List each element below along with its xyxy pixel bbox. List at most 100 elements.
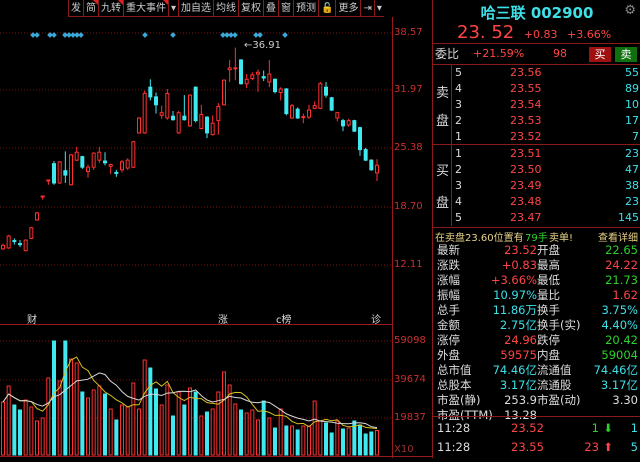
order-level: 4 bbox=[455, 82, 462, 95]
sell-button[interactable]: 卖 bbox=[615, 47, 637, 62]
stat-value: 59004 bbox=[601, 348, 638, 362]
volume-bar bbox=[312, 400, 317, 456]
sell-order-row[interactable]: 1 23.52 7 bbox=[433, 129, 640, 145]
stat-value: 74.46亿 bbox=[593, 363, 638, 377]
volume-bar bbox=[284, 425, 289, 456]
buy-order-row[interactable]: 5 23.47 145 bbox=[433, 210, 640, 226]
stat-label: 最高 bbox=[537, 258, 560, 272]
max-price-value: 36.91 bbox=[252, 40, 282, 51]
volume-bar bbox=[233, 403, 238, 456]
event-marker-board[interactable]: c榜 bbox=[276, 311, 292, 326]
toolbar-button-0[interactable]: 发 bbox=[68, 0, 83, 17]
order-price: 23.50 bbox=[510, 163, 542, 176]
buy-button[interactable]: 买 bbox=[589, 47, 611, 62]
tick-count: 1 bbox=[630, 421, 638, 435]
toolbar-button-8[interactable]: 叠 bbox=[263, 0, 278, 17]
volume-bar bbox=[335, 420, 340, 456]
stat-label: 总市值 bbox=[437, 363, 472, 377]
sell-order-row[interactable]: 2 23.53 17 bbox=[433, 113, 640, 129]
sell-order-row[interactable]: 4 23.55 89 bbox=[433, 81, 640, 97]
event-marker-limit-up[interactable]: 涨 bbox=[218, 311, 228, 326]
toolbar-button-13[interactable]: ⇥ bbox=[360, 0, 373, 17]
event-diamond-icon bbox=[282, 32, 288, 38]
volume-bar bbox=[108, 408, 113, 456]
buy-order-row[interactable]: 3 23.49 38 bbox=[433, 178, 640, 194]
stat-value: 11.86万 bbox=[492, 303, 537, 317]
stat-value: 2.75亿 bbox=[499, 318, 537, 332]
arrow-down-icon: ⬇ bbox=[603, 421, 613, 435]
candle-body bbox=[182, 115, 187, 121]
candle-body bbox=[222, 79, 226, 106]
stat-label: 外盘 bbox=[437, 348, 460, 362]
sell-order-row[interactable]: 5 23.56 55 bbox=[433, 65, 640, 81]
sell-order-row[interactable]: 3 23.54 10 bbox=[433, 97, 640, 113]
volume-bar bbox=[199, 415, 204, 456]
candle-body bbox=[29, 227, 34, 239]
candle-body bbox=[12, 240, 17, 243]
stat-label: 市盈(动) bbox=[537, 393, 581, 407]
candle-body bbox=[205, 116, 209, 134]
event-marker-diagnose[interactable]: 诊 bbox=[371, 311, 381, 326]
price-label: 12.11 bbox=[394, 259, 423, 270]
price-label: 25.38 bbox=[394, 142, 423, 153]
volume-bar bbox=[301, 425, 306, 456]
candle-body bbox=[159, 112, 164, 116]
order-price: 23.47 bbox=[510, 211, 542, 224]
settings-gear-icon[interactable]: ⚙ bbox=[624, 3, 636, 18]
candle-body bbox=[318, 83, 323, 109]
toolbar-button-12[interactable]: 更多 bbox=[335, 0, 360, 17]
toolbar-button-9[interactable]: 窗 bbox=[278, 0, 293, 17]
candle-body bbox=[363, 149, 368, 161]
stat-label: 跌停 bbox=[537, 333, 560, 347]
event-marker-finance[interactable]: 财 bbox=[27, 311, 37, 326]
candle-body bbox=[131, 141, 136, 168]
stat-value: 253.9 bbox=[504, 393, 537, 407]
toolbar-button-7[interactable]: 复权 bbox=[238, 0, 263, 17]
weibi-row: 委比 +21.59% 98 买 卖 bbox=[433, 45, 640, 63]
stat-label: 涨跌 bbox=[437, 258, 460, 272]
toolbar-button-6[interactable]: 均线 bbox=[213, 0, 238, 17]
volume-bar bbox=[40, 417, 45, 456]
candle-body bbox=[80, 156, 85, 168]
order-volume: 47 bbox=[625, 163, 639, 176]
price-label: 31.97 bbox=[394, 84, 423, 95]
buy-order-row[interactable]: 4 23.48 23 bbox=[433, 194, 640, 210]
order-price: 23.52 bbox=[510, 130, 542, 143]
toolbar-button-10[interactable]: 预测 bbox=[293, 0, 318, 17]
chart-toolbar: 发简九转 重大事件 ▾ 加自选 均线 复权叠窗预测 🔓 更多 ⇥ ▾ bbox=[68, 0, 384, 17]
buy-order-row[interactable]: 1 23.51 23 bbox=[433, 146, 640, 162]
candle-body bbox=[154, 96, 158, 106]
candle-body bbox=[295, 108, 300, 119]
last-price: 23. 52 bbox=[457, 22, 515, 43]
volume-bar bbox=[369, 431, 374, 456]
buy-order-row[interactable]: 2 23.50 47 bbox=[433, 162, 640, 178]
kline-chart[interactable]: 发简九转 重大事件 ▾ 加自选 均线 复权叠窗预测 🔓 更多 ⇥ ▾ 38.57 31.97 25… bbox=[0, 0, 432, 458]
stat-value: 3.17亿 bbox=[499, 378, 537, 392]
view-details-link[interactable]: 查看详细 bbox=[598, 229, 638, 244]
stat-label: 金额 bbox=[437, 318, 460, 332]
order-volume: 10 bbox=[625, 98, 639, 111]
stat-label: 换手 bbox=[537, 303, 560, 317]
toolbar-button-14[interactable]: ▾ bbox=[373, 0, 384, 17]
volume-bar bbox=[1, 401, 5, 456]
toolbar-button-11[interactable]: 🔓 bbox=[318, 0, 335, 17]
toolbar-button-1[interactable]: 简 bbox=[83, 0, 98, 17]
candle-body bbox=[261, 76, 266, 79]
toolbar-button-3[interactable]: 重大事件 bbox=[123, 0, 168, 17]
candle-body bbox=[52, 163, 56, 184]
kline-svg[interactable] bbox=[0, 0, 432, 458]
volume-bar bbox=[171, 415, 175, 456]
tick-price: 23.52 bbox=[511, 421, 544, 435]
candle-body bbox=[256, 71, 260, 75]
volume-bar bbox=[329, 432, 334, 456]
volume-bar bbox=[363, 433, 368, 456]
candle-body bbox=[1, 244, 5, 250]
volume-bar bbox=[193, 391, 198, 456]
toolbar-button-5[interactable]: 加自选 bbox=[178, 0, 213, 17]
candle-body bbox=[346, 120, 351, 126]
toolbar-button-2[interactable]: 九转 bbox=[98, 0, 123, 17]
toolbar-button-4[interactable]: ▾ bbox=[168, 0, 178, 17]
notice-lots: 79手 bbox=[525, 233, 548, 244]
candle-body bbox=[114, 171, 119, 174]
candle-body bbox=[352, 120, 357, 132]
